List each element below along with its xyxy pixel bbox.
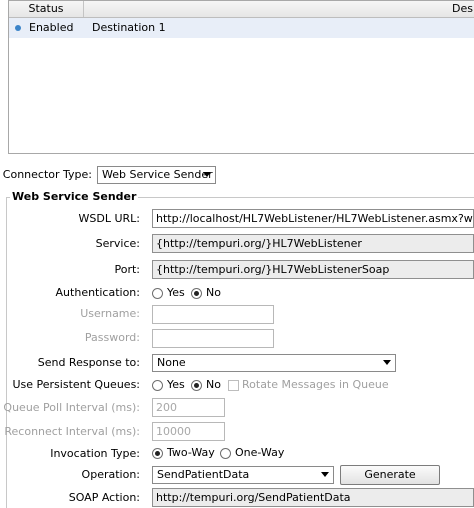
invocation-two-way-radio[interactable] bbox=[152, 448, 163, 459]
operation-value: SendPatientData bbox=[157, 468, 250, 481]
invocation-type-label: Invocation Type: bbox=[50, 447, 140, 460]
port-label: Port: bbox=[114, 263, 140, 276]
row-destination: Destination 1 bbox=[92, 21, 166, 34]
reconnect-label: Reconnect Interval (ms): bbox=[4, 425, 140, 438]
send-response-label: Send Response to: bbox=[37, 356, 140, 369]
invocation-two-way-label[interactable]: Two-Way bbox=[167, 446, 215, 460]
row-status: Enabled bbox=[29, 21, 74, 34]
authentication-label: Authentication: bbox=[55, 286, 140, 299]
chevron-down-icon bbox=[203, 172, 211, 177]
persistent-queues-label: Use Persistent Queues: bbox=[12, 378, 140, 391]
destination-table[interactable]: Status Des Enabled Destination 1 bbox=[8, 0, 474, 154]
soap-action-field[interactable]: http://tempuri.org/SendPatientData bbox=[152, 488, 474, 507]
column-header-destination[interactable]: Des bbox=[84, 1, 474, 17]
table-header: Status Des bbox=[9, 1, 474, 18]
service-field[interactable]: {http://tempuri.org/}HL7WebListener bbox=[152, 234, 474, 253]
persistent-queues-yes-radio[interactable] bbox=[152, 380, 163, 391]
operation-label: Operation: bbox=[81, 468, 140, 481]
generate-envelope-button[interactable]: Generate Envelope bbox=[340, 465, 440, 499]
rotate-messages-label[interactable]: Rotate Messages in Queue bbox=[242, 378, 389, 392]
username-input[interactable] bbox=[152, 305, 274, 324]
authentication-no-label[interactable]: No bbox=[206, 286, 221, 300]
column-header-status[interactable]: Status bbox=[9, 1, 84, 17]
authentication-yes-label[interactable]: Yes bbox=[167, 286, 185, 300]
username-label: Username: bbox=[80, 307, 140, 320]
connector-type-select[interactable]: Web Service Sender bbox=[97, 166, 216, 184]
queue-poll-label: Queue Poll Interval (ms): bbox=[3, 401, 140, 414]
wsdl-url-input[interactable]: http://localhost/HL7WebListener/HL7WebLi… bbox=[152, 209, 474, 228]
invocation-one-way-label[interactable]: One-Way bbox=[235, 446, 284, 460]
persistent-queues-no-label[interactable]: No bbox=[206, 378, 221, 392]
send-response-value: None bbox=[157, 356, 186, 369]
reconnect-input[interactable]: 10000 bbox=[152, 422, 225, 441]
status-indicator-icon bbox=[15, 25, 21, 31]
invocation-one-way-radio[interactable] bbox=[220, 448, 231, 459]
authentication-yes-radio[interactable] bbox=[152, 288, 163, 299]
authentication-no-radio[interactable] bbox=[191, 288, 202, 299]
persistent-queues-no-radio[interactable] bbox=[191, 380, 202, 391]
soap-action-label: SOAP Action: bbox=[68, 491, 140, 504]
chevron-down-icon bbox=[383, 360, 391, 365]
queue-poll-input[interactable]: 200 bbox=[152, 398, 225, 417]
service-label: Service: bbox=[95, 237, 140, 250]
section-title: Web Service Sender bbox=[10, 190, 139, 204]
password-label: Password: bbox=[84, 331, 140, 344]
rotate-messages-checkbox[interactable] bbox=[228, 380, 239, 391]
persistent-queues-yes-label[interactable]: Yes bbox=[167, 378, 185, 392]
send-response-select[interactable]: None bbox=[152, 354, 396, 372]
port-field[interactable]: {http://tempuri.org/}HL7WebListenerSoap bbox=[152, 260, 474, 279]
connector-type-value: Web Service Sender bbox=[102, 168, 213, 181]
operation-select[interactable]: SendPatientData bbox=[152, 466, 334, 484]
wsdl-url-label: WSDL URL: bbox=[78, 212, 140, 225]
connector-type-label: Connector Type: bbox=[2, 168, 92, 181]
password-input[interactable] bbox=[152, 329, 274, 348]
chevron-down-icon bbox=[321, 472, 329, 477]
table-row[interactable]: Enabled Destination 1 bbox=[9, 18, 474, 38]
